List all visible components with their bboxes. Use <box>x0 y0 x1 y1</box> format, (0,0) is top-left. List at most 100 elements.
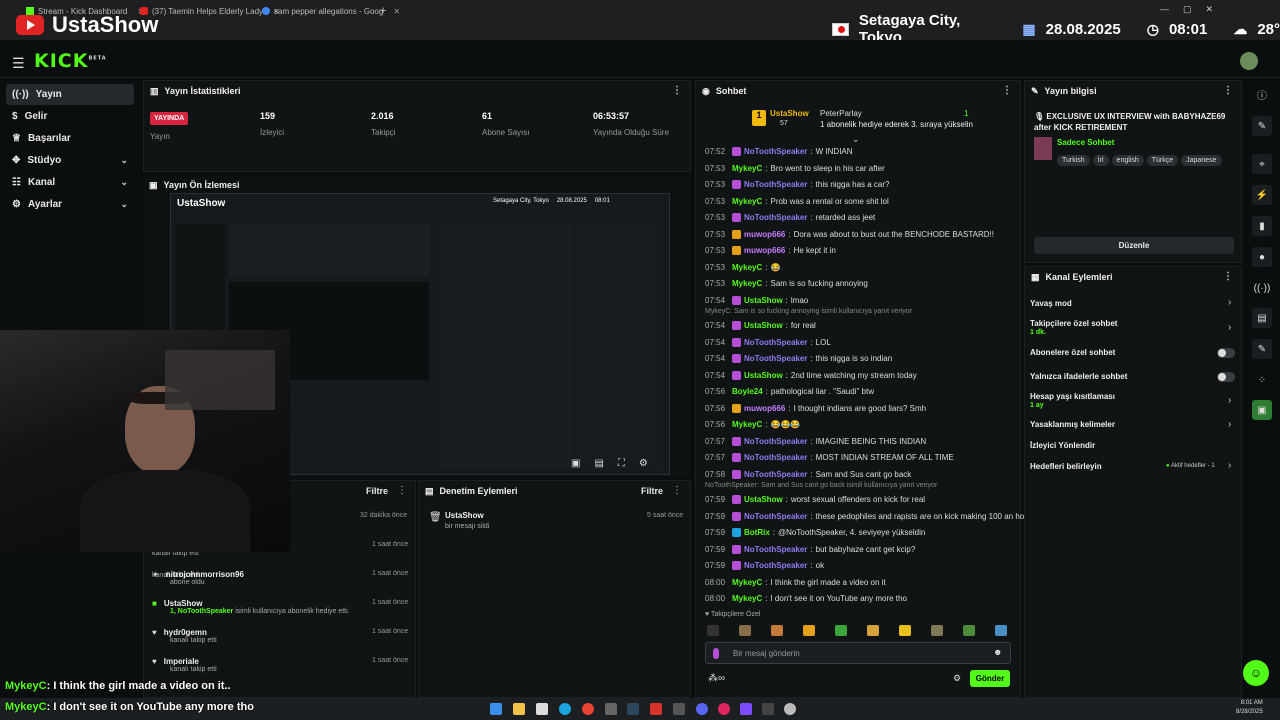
action-banned-words[interactable]: Yasaklanmış kelimeler <box>1030 420 1115 429</box>
clipboard-icon[interactable]: ▮ <box>1252 216 1272 236</box>
sidebar-item-ayarlar[interactable]: ⚙ Ayarlar ⌄ <box>6 194 134 215</box>
dots-icon[interactable]: ⁘ <box>1252 370 1272 390</box>
browser-tab[interactable]: (37) Taemin Helps Elderly Lady ✕ <box>140 3 280 19</box>
action-account-age[interactable]: Hesap yaşı kısıtlaması <box>1030 392 1115 401</box>
new-tab-button[interactable]: + <box>380 3 386 19</box>
store-icon[interactable] <box>536 703 548 715</box>
chat-username[interactable]: NoToothSpeaker <box>744 545 807 554</box>
emote[interactable] <box>771 625 783 636</box>
more-icon[interactable]: ⋮ <box>672 485 682 496</box>
tag[interactable]: İrl <box>1092 155 1109 166</box>
gear-icon[interactable]: ⚙ <box>953 673 961 684</box>
theater-icon[interactable]: ▤ <box>594 458 603 469</box>
activity-filter-button[interactable]: Filtre <box>366 486 388 496</box>
chat-username[interactable]: MykeyC <box>732 164 762 173</box>
windows-start-icon[interactable] <box>490 703 502 715</box>
sidebar-item-kanal[interactable]: ☷ Kanal ⌄ <box>6 172 134 193</box>
chat-username[interactable]: muwop666 <box>744 230 785 239</box>
app-icon[interactable] <box>762 703 774 715</box>
close-icon[interactable]: ✕ <box>393 7 400 16</box>
edge-icon[interactable] <box>559 703 571 715</box>
sidebar-item-basarilar[interactable]: ♕ Başarılar <box>6 128 134 149</box>
chevron-right-icon[interactable]: › <box>1228 460 1231 471</box>
wrench-icon[interactable]: ✎ <box>1252 339 1272 359</box>
sidebar-item-gelir[interactable]: $ Gelir <box>6 106 134 127</box>
action-slow-mode[interactable]: Yavaş mod <box>1030 299 1072 308</box>
discord-icon[interactable] <box>696 703 708 715</box>
obs-icon[interactable] <box>673 703 685 715</box>
media-icon[interactable] <box>718 703 730 715</box>
chat-username[interactable]: NoToothSpeaker <box>744 354 807 363</box>
more-icon[interactable]: ⋮ <box>1223 271 1233 282</box>
lightning-icon[interactable]: ⚡ <box>1252 185 1272 205</box>
chat-username[interactable]: BotRix <box>744 528 770 537</box>
tag[interactable]: Turkish <box>1057 155 1090 166</box>
tag[interactable]: Türkçe <box>1146 155 1179 166</box>
terminal-icon[interactable] <box>605 703 617 715</box>
stream-category[interactable]: Sadece Sohbet <box>1057 138 1114 147</box>
more-icon[interactable]: ⋮ <box>1223 85 1233 96</box>
emote[interactable] <box>899 625 911 636</box>
chat-username[interactable]: NoToothSpeaker <box>744 180 807 189</box>
chevron-right-icon[interactable]: › <box>1228 297 1231 308</box>
menu-icon[interactable]: ☰ <box>12 55 25 72</box>
tag[interactable]: english <box>1111 155 1144 166</box>
chrome-icon[interactable] <box>582 703 594 715</box>
info-icon[interactable]: ⓘ <box>1252 84 1272 104</box>
steam-icon[interactable] <box>627 703 639 715</box>
chevron-right-icon[interactable]: › <box>1228 419 1231 430</box>
chat-username[interactable]: MykeyC <box>732 263 762 272</box>
chat-username[interactable]: MykeyC <box>732 578 762 587</box>
chat-username[interactable]: UstaShow <box>744 321 783 330</box>
action-followers-only[interactable]: Takipçilere özel sohbet <box>1030 319 1117 328</box>
sidebar-item-yayin[interactable]: ((·)) Yayın <box>6 84 134 105</box>
more-icon[interactable]: ⋮ <box>1002 85 1012 96</box>
chat-username[interactable]: NoToothSpeaker <box>744 561 807 570</box>
sidebar-item-studyo[interactable]: ✥ Stüdyo ⌄ <box>6 150 134 171</box>
chat-username[interactable]: MykeyC <box>732 594 762 603</box>
kick-logo[interactable]: KICKBETA <box>34 50 107 72</box>
emotes-only-toggle[interactable] <box>1217 372 1235 382</box>
chat-username[interactable]: MykeyC <box>732 420 762 429</box>
emote-gay[interactable] <box>707 625 719 636</box>
chat-username[interactable]: NoToothSpeaker <box>744 147 807 156</box>
subs-only-toggle[interactable] <box>1217 348 1235 358</box>
chat-username[interactable]: MykeyC <box>732 197 762 206</box>
chat-username[interactable]: NoToothSpeaker <box>744 338 807 347</box>
chat-username[interactable]: muwop666 <box>744 246 785 255</box>
fullscreen-icon[interactable]: ⛶ <box>618 458 625 469</box>
chat-username[interactable]: UstaShow <box>744 495 783 504</box>
green-app-icon[interactable]: ▣ <box>1252 400 1272 420</box>
emote[interactable] <box>803 625 815 636</box>
edit-button[interactable]: Düzenle <box>1034 237 1234 254</box>
file-explorer-icon[interactable] <box>513 703 525 715</box>
crosshair-icon[interactable]: ⌖ <box>1252 154 1272 174</box>
send-button[interactable]: Gönder <box>970 670 1010 687</box>
emoji-icon[interactable]: ☻ <box>993 647 1002 657</box>
chevron-right-icon[interactable]: › <box>1228 322 1231 333</box>
action-goals[interactable]: Hedefleri belirleyin <box>1030 462 1102 471</box>
action-raid[interactable]: İzleyici Yönlendir <box>1030 441 1095 450</box>
emote[interactable] <box>963 625 975 636</box>
avatar[interactable] <box>1240 52 1258 70</box>
emote[interactable] <box>867 625 879 636</box>
emote[interactable] <box>995 625 1007 636</box>
app-icon[interactable] <box>740 703 752 715</box>
chat-username[interactable]: NoToothSpeaker <box>744 437 807 446</box>
gear-icon[interactable]: ⚙ <box>639 458 648 469</box>
help-chat-icon[interactable]: ☺ <box>1243 660 1269 686</box>
app-icon[interactable] <box>784 703 796 715</box>
chat-bubble-icon[interactable]: ● <box>1252 247 1272 267</box>
chat-username[interactable]: MykeyC <box>732 279 762 288</box>
emote[interactable] <box>739 625 751 636</box>
chevron-right-icon[interactable]: › <box>1228 395 1231 406</box>
emote[interactable] <box>931 625 943 636</box>
emote[interactable] <box>835 625 847 636</box>
chat-username[interactable]: UstaShow <box>744 371 783 380</box>
chat-username[interactable]: NoToothSpeaker <box>744 453 807 462</box>
chevron-down-icon[interactable]: ⌄ <box>852 134 860 145</box>
tag[interactable]: Japanese <box>1181 155 1222 166</box>
chat-input[interactable]: Bir mesaj gönderin ☻ <box>705 642 1011 664</box>
chat-username[interactable]: UstaShow <box>744 296 783 305</box>
broadcast-icon[interactable]: ((·)) <box>1252 278 1272 298</box>
